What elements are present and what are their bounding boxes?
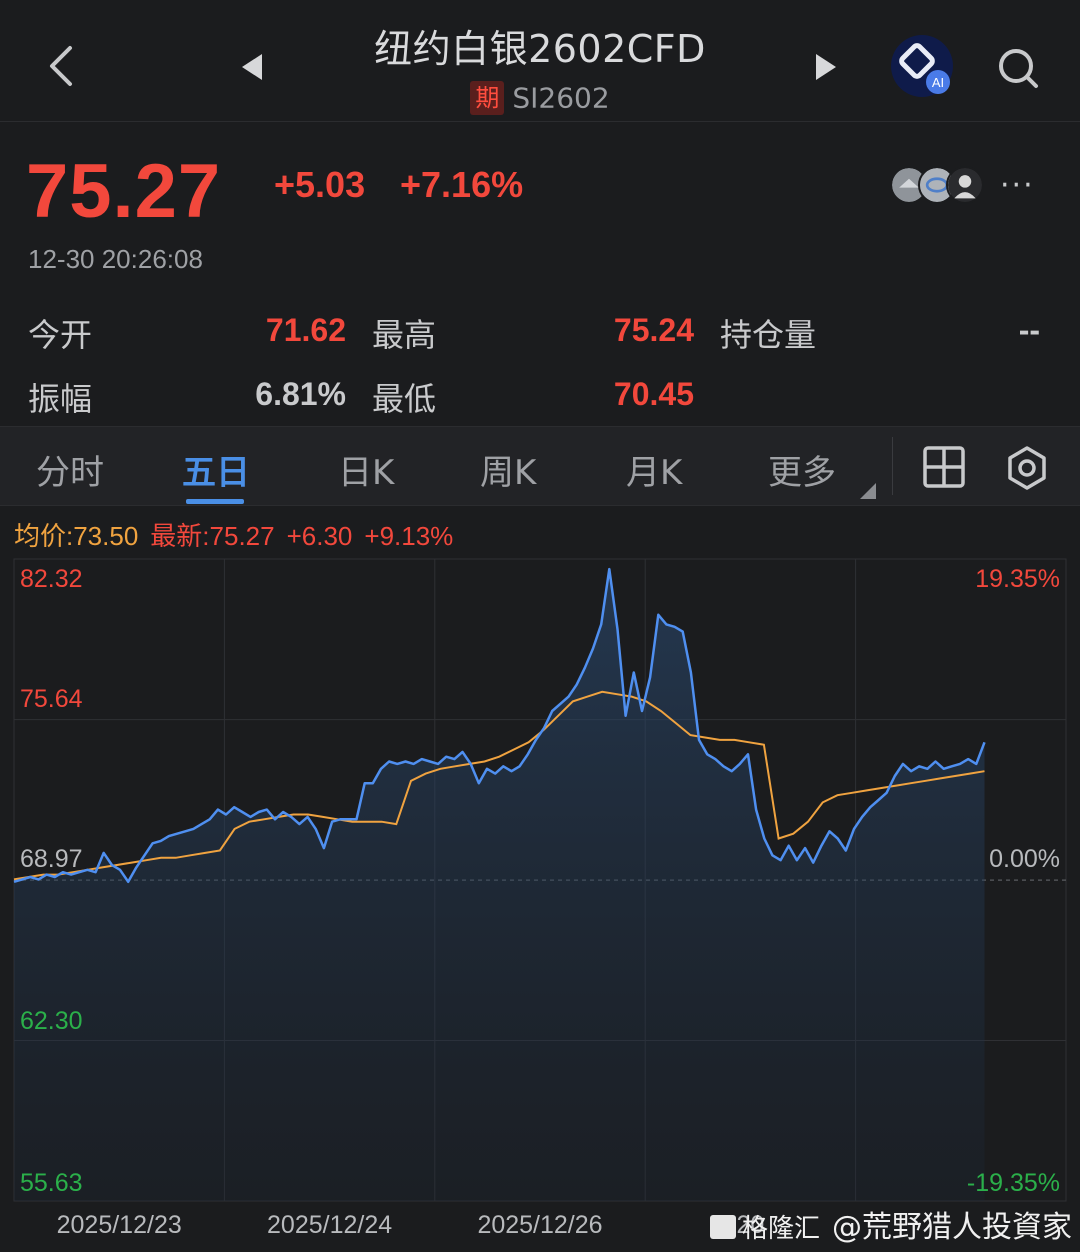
tab-intraday[interactable]: 分时 xyxy=(36,445,104,494)
search-icon[interactable] xyxy=(994,44,1042,92)
top-bar: 纽约白银2602CFD 期 SI2602 AI xyxy=(0,0,1080,122)
y-axis-label-left: 55.63 xyxy=(20,1169,83,1197)
amplitude-label: 振幅 xyxy=(28,380,93,418)
open-interest-value: -- xyxy=(1018,312,1040,348)
x-axis-label: 2025/12/26 xyxy=(477,1211,602,1239)
price-area-fill xyxy=(14,569,985,1201)
price-change-percent: +7.16% xyxy=(400,164,524,205)
y-axis-label-left: 82.32 xyxy=(20,565,83,593)
watermark-brand: 格隆汇 xyxy=(742,1214,820,1244)
chart-legend: 均价:73.50 最新:75.27 +6.30 +9.13% xyxy=(14,516,465,553)
price-area xyxy=(14,569,985,1201)
y-axis-label-left: 62.30 xyxy=(20,1007,83,1035)
open-interest-label: 持仓量 xyxy=(720,316,817,354)
svg-text:AI: AI xyxy=(932,75,944,90)
layout-grid-icon[interactable] xyxy=(922,445,966,489)
y-axis-label-right: 0.00% xyxy=(989,845,1060,873)
high-label: 最高 xyxy=(372,316,437,354)
average-price-label: 均价:73.50 xyxy=(14,521,139,551)
more-options-button[interactable]: ··· xyxy=(1000,168,1035,203)
ai-assistant-icon[interactable]: AI xyxy=(890,34,954,98)
y-axis-label-right: -19.35% xyxy=(967,1169,1060,1197)
tab-weekly-k[interactable]: 周K xyxy=(480,445,536,494)
y-axis-label-right: 19.35% xyxy=(975,565,1060,593)
y-axis-label-left: 68.97 xyxy=(20,845,83,873)
amplitude-value: 6.81% xyxy=(255,376,346,412)
tab-daily-k[interactable]: 日K xyxy=(338,445,394,494)
last-price: 75.27 xyxy=(26,149,222,234)
tab-monthly-k[interactable]: 月K xyxy=(626,445,682,494)
futures-badge: 期 xyxy=(470,81,505,115)
avatar xyxy=(946,166,984,204)
brand-logo-icon xyxy=(710,1215,736,1239)
latest-change-label: +6.30 xyxy=(286,521,353,551)
y-axis-label-left: 75.64 xyxy=(20,685,83,713)
latest-price-label: 最新:75.27 xyxy=(150,521,275,551)
watermark: 格隆汇 @荒野猎人投資家 xyxy=(710,1210,1072,1245)
x-axis-label: 2025/12/23 xyxy=(57,1211,182,1239)
settings-gear-icon[interactable] xyxy=(1004,445,1050,491)
next-contract-icon[interactable] xyxy=(812,50,842,84)
open-value: 71.62 xyxy=(265,312,346,348)
chart-period-tabs: 分时 五日 日K 周K 月K 更多 xyxy=(0,426,1080,506)
quote-timestamp: 12-30 20:26:08 xyxy=(28,244,203,274)
low-label: 最低 xyxy=(372,380,437,418)
active-tab-indicator xyxy=(186,499,244,504)
open-label: 今开 xyxy=(28,316,93,354)
tab-more[interactable]: 更多 xyxy=(768,445,836,494)
low-value: 70.45 xyxy=(613,376,694,412)
high-value: 75.24 xyxy=(613,312,694,348)
tab-divider xyxy=(892,437,893,495)
more-caret-icon xyxy=(860,483,876,499)
five-day-price-chart[interactable]: 82.32 75.64 68.97 62.30 55.63 19.35% 0.00% -19.… xyxy=(0,555,1080,1252)
tab-five-day[interactable]: 五日 xyxy=(182,445,250,494)
x-axis-label: 2025/12/24 xyxy=(267,1211,392,1239)
contract-code: SI2602 xyxy=(512,81,610,115)
latest-change-percent-label: +9.13% xyxy=(364,521,454,551)
price-change: +5.03 xyxy=(274,164,366,205)
watermark-author: @荒野猎人投資家 xyxy=(832,1210,1072,1245)
user-avatars[interactable] xyxy=(890,166,990,206)
